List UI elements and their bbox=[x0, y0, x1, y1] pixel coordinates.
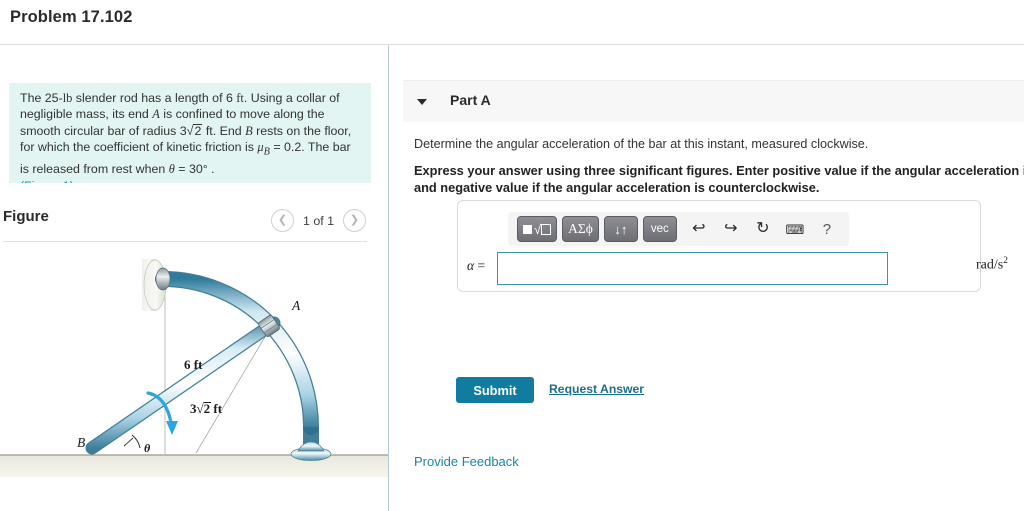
updown-arrows-button[interactable]: ↓↑ bbox=[603, 216, 638, 242]
keyboard-icon[interactable]: ⌨ bbox=[782, 223, 808, 236]
chevron-left-icon[interactable]: ❮ bbox=[270, 209, 294, 232]
problem-text-seg: lb bbox=[62, 91, 73, 105]
label-point-a: A bbox=[291, 298, 301, 313]
problem-text-seg: = 30° . bbox=[174, 162, 215, 177]
problem-text-seg: ft. End bbox=[202, 123, 246, 138]
request-answer-link[interactable]: Request Answer bbox=[549, 382, 644, 396]
label-radius: 3√2 ft bbox=[190, 401, 223, 416]
square-glyph bbox=[523, 224, 532, 234]
figure-heading: Figure bbox=[3, 208, 49, 225]
chevron-down-icon[interactable] bbox=[417, 99, 427, 105]
problem-text-seg: slender rod has a length of 6 bbox=[72, 91, 237, 105]
answer-panel: √ ΑΣϕ ↓↑ vec ↩ ↪ ↻ ⌨ ? α = rad/s2 bbox=[457, 200, 1008, 292]
problem-statement-text: The 25-lb slender rod has a length of 6 … bbox=[20, 90, 360, 178]
reset-circular-arrow-icon[interactable]: ↻ bbox=[750, 221, 776, 237]
figure-image[interactable]: A B θ 6 ft 3√2 ft bbox=[0, 245, 388, 511]
radical-glyph: √ bbox=[534, 221, 542, 237]
unit-exponent: 2 bbox=[1003, 256, 1008, 266]
figure-pager: ❮ 1 of 1 ❯ bbox=[270, 209, 366, 232]
unit-main: rad/s bbox=[976, 257, 1004, 273]
svg-text:3√2 ft: 3√2 ft bbox=[190, 401, 223, 416]
figure-page-count: 1 of 1 bbox=[302, 213, 334, 228]
vector-button[interactable]: vec bbox=[642, 216, 677, 242]
redo-arrow-icon[interactable]: ↪ bbox=[718, 221, 744, 237]
undo-arrow-icon[interactable]: ↩ bbox=[686, 221, 712, 237]
instruction-line-2: and negative value if the angular accele… bbox=[414, 180, 820, 195]
problem-statement: The 25-lb slender rod has a length of 6 … bbox=[9, 83, 371, 183]
provide-feedback-link[interactable]: Provide Feedback bbox=[414, 454, 519, 469]
right-column: Part A Determine the angular acceleratio… bbox=[389, 45, 1024, 511]
problem-text-seg: . Using a collar bbox=[243, 91, 326, 105]
sqrt-template-button[interactable]: √ bbox=[517, 216, 558, 242]
answer-unit-label: rad/s2 bbox=[976, 256, 1008, 274]
page-header: Problem 17.102 bbox=[0, 0, 1024, 45]
equals-symbol: = bbox=[477, 258, 486, 273]
figure-header: Figure ❮ 1 of 1 ❯ bbox=[0, 200, 388, 242]
help-button[interactable]: ? bbox=[814, 222, 840, 237]
problem-text-seg: The 25- bbox=[20, 91, 63, 105]
math-toolbar: √ ΑΣϕ ↓↑ vec ↩ ↪ ↻ ⌨ ? bbox=[508, 212, 849, 246]
part-a-title: Part A bbox=[450, 92, 491, 108]
label-rod-length: 6 ft bbox=[184, 357, 203, 372]
sqrt-radical: √2 bbox=[186, 123, 203, 138]
problem-text-seg: is confined to move along bbox=[159, 107, 304, 122]
answer-variable-label: α = bbox=[467, 258, 485, 274]
greek-letters-button[interactable]: ΑΣϕ bbox=[562, 216, 599, 242]
empty-box-glyph bbox=[541, 223, 552, 235]
alpha-symbol: α bbox=[467, 258, 475, 273]
chevron-right-icon[interactable]: ❯ bbox=[343, 209, 366, 232]
part-a-instructions: Express your answer using three signific… bbox=[414, 162, 1024, 196]
figure-1-link[interactable]: (Figure 1) bbox=[20, 179, 360, 184]
page-title: Problem 17.102 bbox=[10, 8, 133, 26]
part-a-header[interactable]: Part A bbox=[403, 80, 1024, 122]
left-column: The 25-lb slender rod has a length of 6 … bbox=[0, 45, 388, 511]
answer-input[interactable] bbox=[497, 252, 888, 285]
label-point-b: B bbox=[77, 435, 85, 450]
problem-text-seg: B bbox=[245, 123, 253, 138]
instruction-line-1: Express your answer using three signific… bbox=[414, 163, 1024, 178]
problem-text-seg: ft bbox=[236, 91, 244, 105]
part-a-question: Determine the angular acceleration of th… bbox=[414, 137, 869, 151]
submit-button[interactable]: Submit bbox=[456, 377, 534, 403]
sqrt-operand: 2 bbox=[193, 123, 203, 138]
problem-page: Problem 17.102 The 25-lb slender rod has… bbox=[0, 0, 1024, 511]
figure-divider bbox=[3, 241, 367, 242]
problem-text-seg: A bbox=[152, 107, 160, 122]
problem-text-seg: rests bbox=[252, 123, 283, 138]
label-theta: θ bbox=[144, 441, 151, 455]
